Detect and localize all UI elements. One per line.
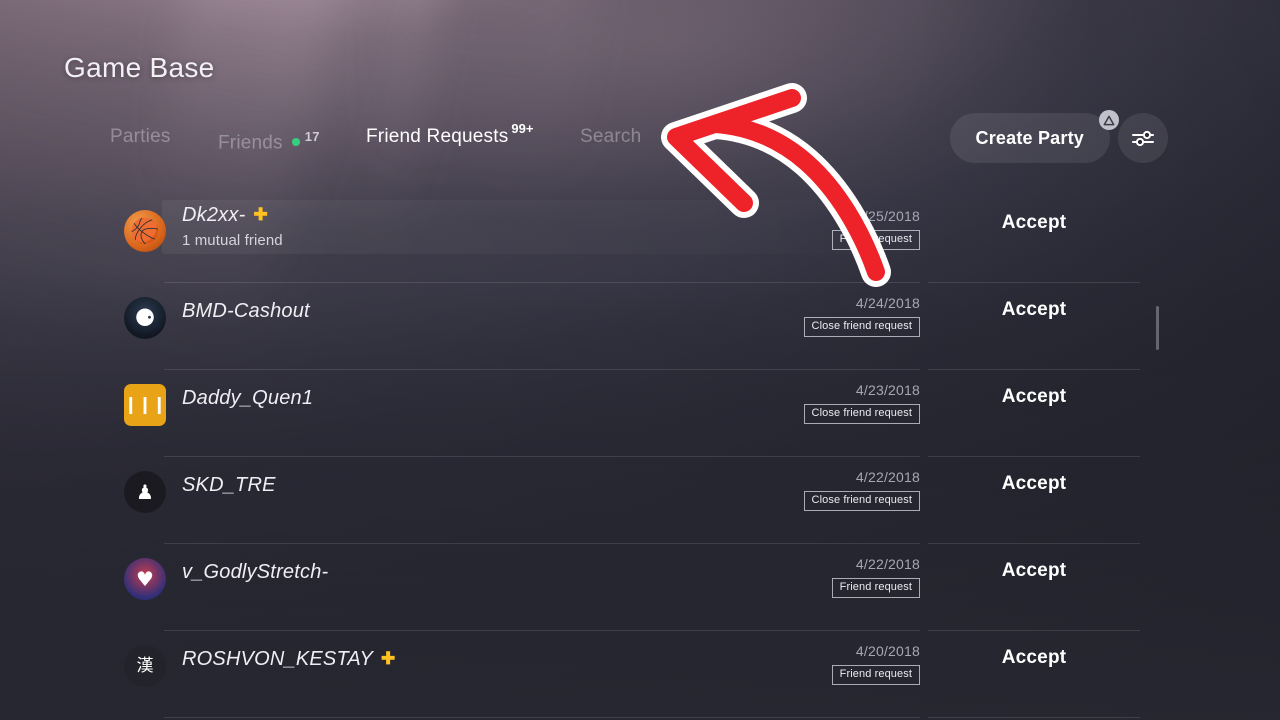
tab-search-label: Search [580,126,642,147]
table-row[interactable]: 漢 ROSHVON_KESTAY ✚ 4/20/2018 Friend request [120,631,920,718]
username-text: ROSHVON_KESTAY [182,648,373,670]
username-text: Daddy_Quen1 [182,387,314,409]
tab-search[interactable]: Search [580,122,641,152]
tab-parties-label: Parties [110,126,171,147]
online-status-dot-icon [291,138,300,147]
request-type-badge: Friend request [831,578,920,598]
table-row[interactable]: ⚈ BMD-Cashout 4/24/2018 Close friend reques… [120,283,920,370]
accept-cell: Accept [928,544,1140,631]
accept-cell: Accept [928,370,1140,457]
username: Daddy_Quen1 [182,387,313,410]
sliders-filter-icon [1132,130,1154,147]
hooded-figure-avatar[interactable]: ♟ [124,471,166,513]
username: SKD_TRE [182,474,276,497]
username-text: BMD-Cashout [182,300,310,322]
request-date: 4/25/2018 [855,208,920,224]
request-date: 4/22/2018 [855,469,920,485]
request-date: 4/23/2018 [855,382,920,398]
ps-plus-badge-icon: ✚ [381,649,396,668]
accept-button[interactable]: Accept [928,647,1140,669]
scrollbar-thumb[interactable] [1156,306,1159,350]
avatar-glyph: ❙❙❙ [124,394,166,415]
accept-button[interactable]: Accept [928,299,1140,321]
avatar-glyph: 🏀 [130,217,160,245]
page-title: Game Base [64,52,215,83]
create-party-label: Create Party [975,127,1084,148]
table-row[interactable]: ♟ SKD_TRE 4/22/2018 Close friend request [120,457,920,544]
tab-friends-label: Friends [218,132,283,154]
tab-friends[interactable]: Friends 17 [218,122,320,158]
friend-requests-list: 🏀 Dk2xx- ✚ 1 mutual friend 4/25/2018 Friend r… [120,196,928,718]
table-row[interactable]: ❙❙❙ Daddy_Quen1 4/23/2018 Close friend requ… [120,370,920,457]
create-party-button[interactable]: Create Party [949,113,1110,163]
filter-settings-button[interactable] [1118,113,1168,163]
request-date: 4/24/2018 [855,295,920,311]
avatar-glyph: ⚈ [134,304,156,332]
request-type-badge: Close friend request [803,404,920,424]
avatar-glyph: ♟ [136,480,154,504]
request-date: 4/22/2018 [855,556,920,572]
kanji-avatar[interactable]: 漢 [124,645,166,687]
tab-friend-requests-badge: 99+ [511,121,534,136]
request-type-badge: Friend request [831,665,920,685]
woman-portrait-avatar[interactable]: ♥ [124,558,166,600]
accept-button[interactable]: Accept [928,560,1140,582]
robot-face-avatar[interactable]: ⚈ [124,297,166,339]
request-type-badge: Friend request [831,230,920,250]
accept-divider [928,717,1140,718]
request-type-badge: Close friend request [803,317,920,337]
username: v_GodlyStretch- [182,561,328,584]
username-text: Dk2xx- [182,204,246,226]
avatar-glyph: ♥ [136,567,154,591]
tab-friend-requests[interactable]: Friend Requests 99+ [366,121,533,152]
accept-button[interactable]: Accept [928,386,1140,408]
accept-cell: Accept [928,283,1140,370]
accept-cell: Accept [928,457,1140,544]
request-type-badge: Close friend request [803,491,920,511]
accept-cell: Accept [928,196,1140,283]
tab-friends-count: 17 [304,129,320,144]
playstation-triangle-icon [1099,110,1119,130]
tab-friend-requests-label: Friend Requests [366,126,509,147]
table-row[interactable]: ♥ v_GodlyStretch- 4/22/2018 Friend request [120,544,920,631]
tab-parties[interactable]: Parties [110,122,171,152]
avatar-glyph: 漢 [136,655,154,676]
username: BMD-Cashout [182,300,310,323]
accept-button[interactable]: Accept [928,473,1140,495]
username-text: v_GodlyStretch- [182,561,329,583]
username: ROSHVON_KESTAY ✚ [182,648,395,671]
gold-card-avatar[interactable]: ❙❙❙ [124,384,166,426]
accept-column: Accept Accept Accept Accept Accept Accept [928,196,1140,718]
row-divider [164,717,920,718]
username-text: SKD_TRE [182,474,276,496]
username: Dk2xx- ✚ [182,204,268,227]
basketball-avatar[interactable]: 🏀 [124,210,166,252]
ps-plus-badge-icon: ✚ [253,205,268,224]
accept-button[interactable]: Accept [928,212,1140,234]
mutual-friends-label: 1 mutual friend [182,232,283,249]
table-row[interactable]: 🏀 Dk2xx- ✚ 1 mutual friend 4/25/2018 Friend r… [120,196,928,283]
request-date: 4/20/2018 [855,643,920,659]
accept-cell: Accept [928,631,1140,718]
